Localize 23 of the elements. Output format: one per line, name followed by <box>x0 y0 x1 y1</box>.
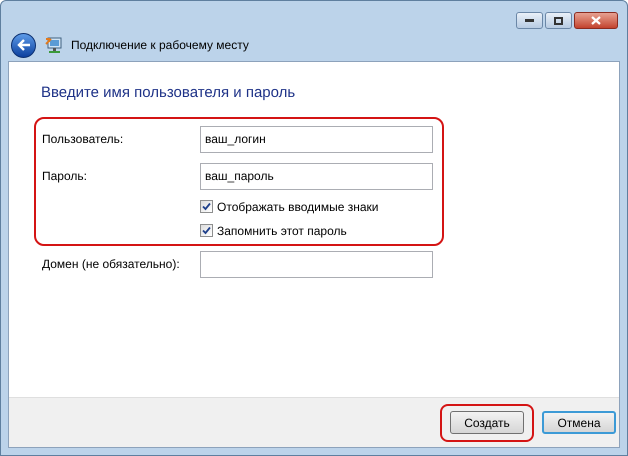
dialog-button[interactable]: Создать <box>450 411 524 434</box>
close-icon <box>591 16 601 25</box>
minimize-button[interactable] <box>516 12 543 29</box>
checkbox-label: Запомнить этот пароль <box>217 222 347 240</box>
checkbox[interactable] <box>200 200 213 213</box>
maximize-icon <box>554 16 563 24</box>
text-field[interactable] <box>200 250 433 278</box>
field-label: Пользователь: <box>42 131 124 148</box>
maximize-button[interactable] <box>545 12 572 29</box>
checkbox[interactable] <box>200 224 213 237</box>
back-button[interactable] <box>11 32 36 58</box>
dialog-button[interactable]: Отмена <box>542 411 616 434</box>
network-computer-icon <box>45 36 63 54</box>
field-label: Домен (не обязательно): <box>42 256 181 273</box>
checkbox-label: Отображать вводимые знаки <box>217 198 378 216</box>
close-button[interactable] <box>574 12 618 29</box>
text-field[interactable]: ваш_пароль <box>200 162 433 190</box>
back-arrow-icon <box>16 39 30 51</box>
field-label: Пароль: <box>42 168 88 185</box>
window-title: Подключение к рабочему месту <box>71 37 249 54</box>
heading: Введите имя пользователя и пароль <box>41 83 296 103</box>
minimize-icon <box>525 19 534 22</box>
text-field[interactable]: ваш_логин <box>200 126 433 152</box>
